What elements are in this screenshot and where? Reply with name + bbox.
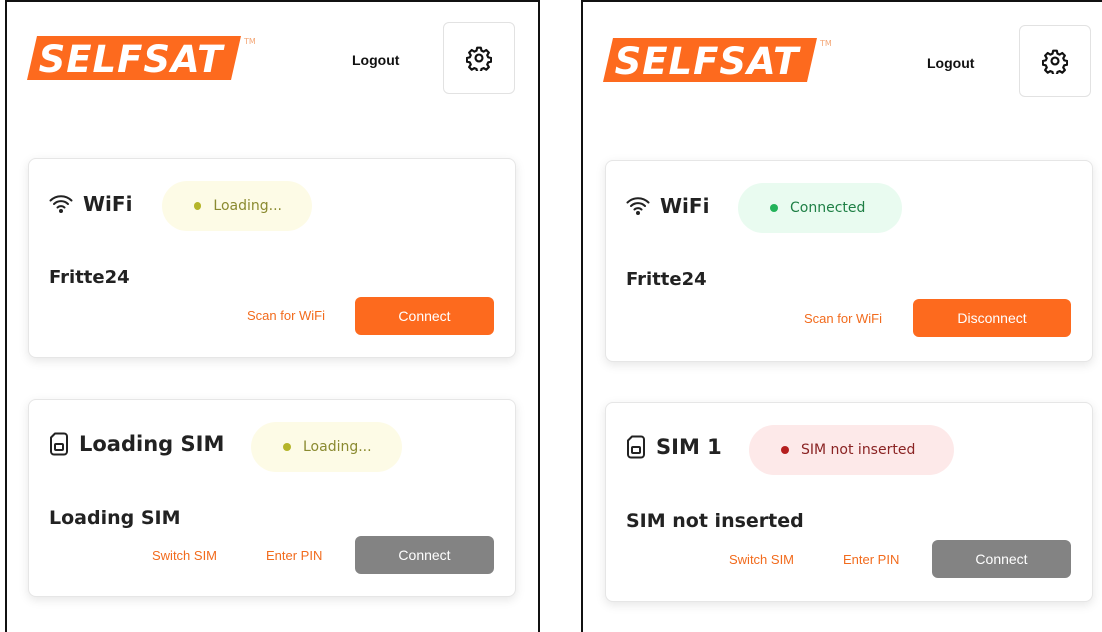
- status-dot: [194, 202, 202, 210]
- sim-card: Loading SIM Loading... Loading SIM Switc…: [28, 399, 516, 597]
- selfsat-logo: SELFSAT TM: [603, 36, 833, 86]
- wifi-status-badge: Connected: [738, 183, 902, 233]
- wifi-card: WiFi Loading... Fritte24 Scan for WiFi C…: [28, 158, 516, 358]
- enter-pin-link[interactable]: Enter PIN: [843, 552, 899, 567]
- status-dot: [283, 443, 291, 451]
- screen-loading-state: SELFSAT TM Logout WiFi Loading... Fritte…: [5, 0, 540, 632]
- selfsat-logo: SELFSAT TM: [27, 34, 257, 84]
- wifi-icon: [49, 194, 73, 214]
- sim-status-badge: SIM not inserted: [749, 425, 954, 475]
- switch-sim-link[interactable]: Switch SIM: [152, 548, 217, 563]
- wifi-status-badge: Loading...: [162, 181, 312, 231]
- wifi-card: WiFi Connected Fritte24 Scan for WiFi Di…: [605, 160, 1093, 362]
- scan-wifi-link[interactable]: Scan for WiFi: [804, 311, 882, 326]
- sim-state-label: Loading SIM: [49, 507, 181, 529]
- enter-pin-link[interactable]: Enter PIN: [266, 548, 322, 563]
- sim-card-icon: [626, 435, 646, 459]
- wifi-icon: [626, 196, 650, 216]
- scan-wifi-link[interactable]: Scan for WiFi: [247, 308, 325, 323]
- settings-button[interactable]: [443, 22, 515, 94]
- switch-sim-link[interactable]: Switch SIM: [729, 552, 794, 567]
- svg-text:TM: TM: [243, 37, 256, 46]
- sim-card-icon: [49, 432, 69, 456]
- svg-text:TM: TM: [819, 39, 832, 48]
- logout-link[interactable]: Logout: [352, 52, 399, 68]
- sim-title: SIM 1: [626, 435, 722, 459]
- status-dot: [781, 446, 789, 454]
- wifi-disconnect-button[interactable]: Disconnect: [913, 299, 1071, 337]
- settings-button[interactable]: [1019, 25, 1091, 97]
- status-dot: [770, 204, 778, 212]
- wifi-network-name: Fritte24: [626, 269, 707, 290]
- sim-status-badge: Loading...: [251, 422, 402, 472]
- gear-icon: [1042, 49, 1068, 74]
- screen-loaded-state: SELFSAT TM Logout WiFi Connected Fritte2…: [581, 0, 1102, 632]
- svg-text:SELFSAT: SELFSAT: [39, 38, 226, 81]
- gear-icon: [466, 46, 492, 71]
- wifi-title: WiFi: [49, 192, 132, 216]
- logout-link[interactable]: Logout: [927, 55, 974, 71]
- sim-state-label: SIM not inserted: [626, 510, 804, 532]
- wifi-connect-button[interactable]: Connect: [355, 297, 494, 335]
- sim-title: Loading SIM: [49, 432, 224, 456]
- wifi-title: WiFi: [626, 194, 709, 218]
- wifi-network-name: Fritte24: [49, 267, 130, 288]
- sim-connect-button[interactable]: Connect: [355, 536, 494, 574]
- sim-card: SIM 1 SIM not inserted SIM not inserted …: [605, 402, 1093, 602]
- sim-connect-button[interactable]: Connect: [932, 540, 1071, 578]
- svg-text:SELFSAT: SELFSAT: [615, 40, 802, 83]
